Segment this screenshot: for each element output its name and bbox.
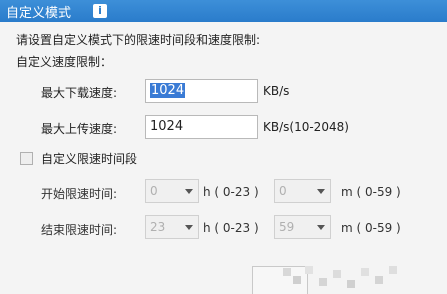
start-minute-value: 0 <box>279 184 287 198</box>
chevron-down-icon <box>185 189 193 194</box>
upload-label: 最大上传速度: <box>41 122 118 136</box>
start-hour-select[interactable]: 0 <box>145 179 199 203</box>
redacted-mosaic <box>283 262 403 294</box>
end-hour-select[interactable]: 23 <box>145 215 199 239</box>
end-hour-value: 23 <box>150 220 166 234</box>
end-time-label: 结束限速时间: <box>41 223 118 237</box>
chevron-down-icon <box>317 225 325 230</box>
chevron-down-icon <box>185 225 193 230</box>
start-hour-unit: h ( 0-23 ) <box>203 185 259 199</box>
start-hour-value: 0 <box>150 184 158 198</box>
time-range-label: 自定义限速时间段 <box>41 152 138 166</box>
end-minute-select[interactable]: 59 <box>274 215 331 239</box>
upload-speed-input[interactable]: 1024 <box>145 115 258 139</box>
speed-section-label: 自定义速度限制： <box>16 55 113 69</box>
end-hour-unit: h ( 0-23 ) <box>203 221 259 235</box>
download-unit: KB/s <box>263 84 290 98</box>
start-time-label: 开始限速时间: <box>41 187 118 201</box>
end-minute-value: 59 <box>279 220 295 234</box>
info-icon: i <box>93 4 107 18</box>
start-minute-unit: m ( 0-59 ) <box>341 185 401 199</box>
download-speed-input[interactable]: 1024 <box>145 79 258 103</box>
start-minute-select[interactable]: 0 <box>274 179 331 203</box>
download-label: 最大下载速度: <box>41 86 118 100</box>
end-minute-unit: m ( 0-59 ) <box>341 221 401 235</box>
upload-unit: KB/s(10-2048) <box>263 120 349 134</box>
time-range-checkbox[interactable] <box>20 152 33 165</box>
window-title: 自定义模式 <box>6 6 72 21</box>
download-speed-value: 1024 <box>150 83 186 98</box>
intro-text: 请设置自定义模式下的限速时间段和速度限制: <box>16 33 261 47</box>
chevron-down-icon <box>317 189 325 194</box>
title-bar: 自定义模式 i <box>0 0 447 22</box>
